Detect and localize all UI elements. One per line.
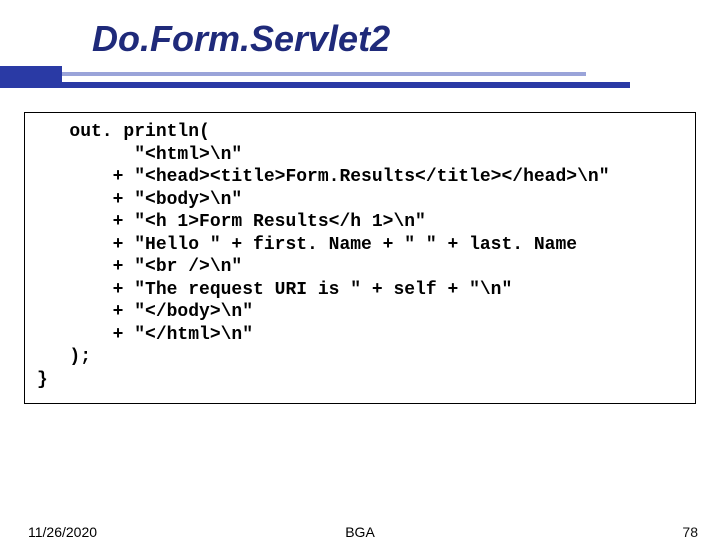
code-line: );	[37, 347, 91, 367]
code-block: out. println( "<html>\n" + "<head><title…	[37, 121, 683, 391]
code-line: + "Hello " + first. Name + " " + last. N…	[37, 235, 577, 255]
code-line: }	[37, 370, 48, 390]
title-underline	[0, 66, 630, 88]
code-line: + "<br />\n"	[37, 257, 242, 277]
code-line: + "<h 1>Form Results</h 1>\n"	[37, 212, 426, 232]
footer-date: 11/26/2020	[28, 524, 97, 540]
code-line: + "</html>\n"	[37, 325, 253, 345]
code-line: "<html>\n"	[37, 145, 242, 165]
code-line: + "<body>\n"	[37, 190, 242, 210]
code-line: out. println(	[37, 122, 210, 142]
footer-center: BGA	[345, 524, 375, 540]
footer-page-number: 78	[682, 524, 698, 540]
code-line: + "<head><title>Form.Results</title></he…	[37, 167, 610, 187]
title-area: Do.Form.Servlet2	[0, 0, 720, 88]
code-frame: out. println( "<html>\n" + "<head><title…	[24, 112, 696, 404]
code-line: + "</body>\n"	[37, 302, 253, 322]
slide-title: Do.Form.Servlet2	[0, 18, 720, 60]
code-line: + "The request URI is " + self + "\n"	[37, 280, 512, 300]
